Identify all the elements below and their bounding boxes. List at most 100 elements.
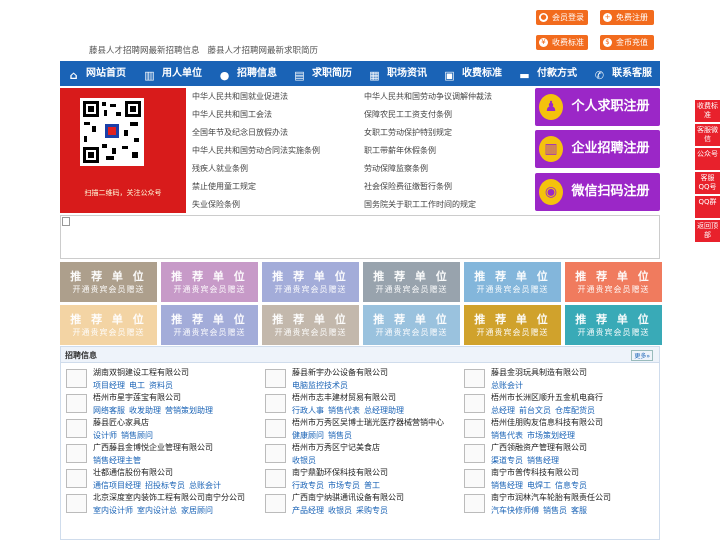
free-register-button[interactable]: + 免费注册 bbox=[600, 10, 654, 25]
job-position-link[interactable]: 家居顾问 bbox=[181, 506, 213, 515]
company-name[interactable]: 南宁鼎勤环保科技有限公司 bbox=[292, 467, 388, 478]
company-name[interactable]: 广西领融资产管理有限公司 bbox=[491, 442, 587, 453]
pricing-button[interactable]: ¥ 收费标准 bbox=[536, 35, 588, 50]
job-position-link[interactable]: 网络客服 bbox=[93, 406, 125, 415]
job-position-link[interactable]: 项目经理 bbox=[93, 381, 125, 390]
recommended-unit-card[interactable]: 推 荐 单 位开通贵宾会员赠送 bbox=[60, 262, 157, 302]
job-listing[interactable]: 藤县匠心家具店 设计师 销售顾问 bbox=[61, 417, 251, 443]
recommended-unit-card[interactable]: 推 荐 单 位开通贵宾会员赠送 bbox=[565, 305, 662, 345]
job-position-link[interactable]: 销售顾问 bbox=[121, 431, 153, 440]
job-listing[interactable]: 梧州市长洲区顺升五金机电商行 总经理 前台文员 仓库配货员 bbox=[459, 392, 649, 418]
nav-resumes[interactable]: ▤ 求职简历 bbox=[292, 61, 352, 86]
company-name[interactable]: 藤县新宇办公设备有限公司 bbox=[292, 367, 388, 378]
law-link[interactable]: 中华人民共和国工会法 bbox=[192, 109, 272, 120]
law-link[interactable]: 职工带薪年休假条例 bbox=[364, 145, 436, 156]
job-position-link[interactable]: 健康顾问 bbox=[292, 431, 324, 440]
nav-pricing[interactable]: ▣ 收费标准 bbox=[442, 61, 502, 86]
job-position-link[interactable]: 前台文员 bbox=[519, 406, 551, 415]
company-register-button[interactable]: ▥ 企业招聘注册 bbox=[535, 130, 660, 168]
job-position-link[interactable]: 普工 bbox=[364, 481, 380, 490]
company-name[interactable]: 梧州佳朋购友信息科技有限公司 bbox=[491, 417, 603, 428]
company-name[interactable]: 梧州市长洲区顺升五金机电商行 bbox=[491, 392, 603, 403]
company-name[interactable]: 梧州市志丰建材贸易有限公司 bbox=[292, 392, 396, 403]
job-position-link[interactable]: 销售员 bbox=[543, 506, 567, 515]
job-listing[interactable]: 南宁市普传科技有限公司 销售经理 电焊工 信息专员 bbox=[459, 467, 649, 493]
law-link[interactable]: 全国年节及纪念日放假办法 bbox=[192, 127, 288, 138]
job-position-link[interactable]: 通信项目经理 bbox=[93, 481, 141, 490]
job-position-link[interactable]: 收发助理 bbox=[129, 406, 161, 415]
side-button[interactable]: 客服微信 bbox=[695, 124, 720, 146]
personal-register-button[interactable]: ♟ 个人求职注册 bbox=[535, 88, 660, 126]
job-position-link[interactable]: 电焊工 bbox=[527, 481, 551, 490]
law-link[interactable]: 社会保险费征缴暂行条例 bbox=[364, 181, 452, 192]
recommended-unit-card[interactable]: 推 荐 单 位开通贵宾会员赠送 bbox=[161, 305, 258, 345]
job-position-link[interactable]: 总账会计 bbox=[189, 481, 221, 490]
job-position-link[interactable]: 销售经理 bbox=[527, 456, 559, 465]
nav-jobs[interactable]: ● 招聘信息 bbox=[217, 61, 277, 86]
job-position-link[interactable]: 室内设计师 bbox=[93, 506, 133, 515]
job-position-link[interactable]: 销售员 bbox=[328, 431, 352, 440]
job-listing[interactable]: 壮都通信股份有限公司 通信项目经理 招投标专员 总账会计 bbox=[61, 467, 251, 493]
company-name[interactable]: 梧州市万秀区宁记美食店 bbox=[292, 442, 380, 453]
law-link[interactable]: 中华人民共和国劳动争议调解仲裁法 bbox=[364, 91, 492, 102]
job-position-link[interactable]: 电脑监控技术员 bbox=[292, 381, 348, 390]
job-position-link[interactable]: 市场策划经理 bbox=[527, 431, 575, 440]
law-link[interactable]: 残疾人就业条例 bbox=[192, 163, 248, 174]
nav-contact[interactable]: ✆ 联系客服 bbox=[592, 61, 652, 86]
company-name[interactable]: 藤县匠心家具店 bbox=[93, 417, 149, 428]
job-listing[interactable]: 梧州市万秀区吴博士瑞光医疗器械营销中心 健康顾问 销售员 bbox=[260, 417, 450, 443]
law-link[interactable]: 女职工劳动保护特别规定 bbox=[364, 127, 452, 138]
law-link[interactable]: 失业保险条例 bbox=[192, 199, 240, 210]
job-position-link[interactable]: 收银员 bbox=[292, 456, 316, 465]
recommended-unit-card[interactable]: 推 荐 单 位开通贵宾会员赠送 bbox=[60, 305, 157, 345]
law-link[interactable]: 保障农民工工资支付条例 bbox=[364, 109, 452, 120]
law-link[interactable]: 国务院关于职工工作时间的规定 bbox=[364, 199, 476, 210]
company-name[interactable]: 梧州市万秀区吴博士瑞光医疗器械营销中心 bbox=[292, 417, 444, 428]
company-name[interactable]: 壮都通信股份有限公司 bbox=[93, 467, 173, 478]
company-name[interactable]: 湖南双铜建设工程有限公司 bbox=[93, 367, 189, 378]
job-listing[interactable]: 湖南双铜建设工程有限公司 项目经理 电工 资料员 bbox=[61, 367, 251, 393]
company-name[interactable]: 梧州市星宇莲宝有限公司 bbox=[93, 392, 181, 403]
nav-employers[interactable]: ▥ 用人单位 bbox=[142, 61, 202, 86]
nav-home[interactable]: ⌂ 网站首页 bbox=[66, 61, 126, 86]
side-button[interactable]: 客服QQ号 bbox=[695, 172, 720, 194]
law-link[interactable]: 禁止使用童工规定 bbox=[192, 181, 256, 192]
job-position-link[interactable]: 总经理助理 bbox=[364, 406, 404, 415]
job-listing[interactable]: 广西南宁纳骐通讯设备有限公司 产品经理 收银员 采购专员 bbox=[260, 492, 450, 518]
law-link[interactable]: 中华人民共和国劳动合同法实施条例 bbox=[192, 145, 320, 156]
nav-news[interactable]: ▦ 职场资讯 bbox=[367, 61, 427, 86]
recommended-unit-card[interactable]: 推 荐 单 位开通贵宾会员赠送 bbox=[262, 305, 359, 345]
job-position-link[interactable]: 产品经理 bbox=[292, 506, 324, 515]
company-name[interactable]: 南宁市普传科技有限公司 bbox=[491, 467, 579, 478]
job-position-link[interactable]: 渠道专员 bbox=[491, 456, 523, 465]
wechat-register-button[interactable]: ◉ 微信扫码注册 bbox=[535, 173, 660, 211]
recommended-unit-card[interactable]: 推 荐 单 位开通贵宾会员赠送 bbox=[565, 262, 662, 302]
job-position-link[interactable]: 室内设计总 bbox=[137, 506, 177, 515]
company-name[interactable]: 北京深度室内装饰工程有限公司南宁分公司 bbox=[93, 492, 245, 503]
member-login-button[interactable]: ● 会员登录 bbox=[536, 10, 588, 25]
job-position-link[interactable]: 仓库配货员 bbox=[555, 406, 595, 415]
side-button[interactable]: 公众号 bbox=[695, 148, 720, 170]
job-position-link[interactable]: 销售代表 bbox=[328, 406, 360, 415]
recommended-unit-card[interactable]: 推 荐 单 位开通贵宾会员赠送 bbox=[363, 305, 460, 345]
latest-resumes-link[interactable]: 藤县人才招聘网最新求职简历 bbox=[208, 46, 319, 56]
job-position-link[interactable]: 行政专员 bbox=[292, 481, 324, 490]
job-position-link[interactable]: 销售经理 bbox=[491, 481, 523, 490]
side-button[interactable]: 返回顶部 bbox=[695, 220, 720, 242]
job-listing[interactable]: 梧州市万秀区宁记美食店 收银员 bbox=[260, 442, 450, 468]
job-position-link[interactable]: 销售代表 bbox=[491, 431, 523, 440]
job-position-link[interactable]: 总账会计 bbox=[491, 381, 523, 390]
job-position-link[interactable]: 设计师 bbox=[93, 431, 117, 440]
law-link[interactable]: 劳动保障监察条例 bbox=[364, 163, 428, 174]
job-position-link[interactable]: 资料员 bbox=[149, 381, 173, 390]
company-name[interactable]: 藤县金羽玩具制造有限公司 bbox=[491, 367, 587, 378]
job-position-link[interactable]: 收银员 bbox=[328, 506, 352, 515]
job-position-link[interactable]: 招投标专员 bbox=[145, 481, 185, 490]
job-position-link[interactable]: 销售经理主管 bbox=[93, 456, 141, 465]
law-link[interactable]: 中华人民共和国就业促进法 bbox=[192, 91, 288, 102]
job-position-link[interactable]: 电工 bbox=[129, 381, 145, 390]
recommended-unit-card[interactable]: 推 荐 单 位开通贵宾会员赠送 bbox=[161, 262, 258, 302]
job-listing[interactable]: 梧州佳朋购友信息科技有限公司 销售代表 市场策划经理 bbox=[459, 417, 649, 443]
job-listing[interactable]: 梧州市志丰建材贸易有限公司 行政人事 销售代表 总经理助理 bbox=[260, 392, 450, 418]
job-listing[interactable]: 南宁鼎勤环保科技有限公司 行政专员 市场专员 普工 bbox=[260, 467, 450, 493]
